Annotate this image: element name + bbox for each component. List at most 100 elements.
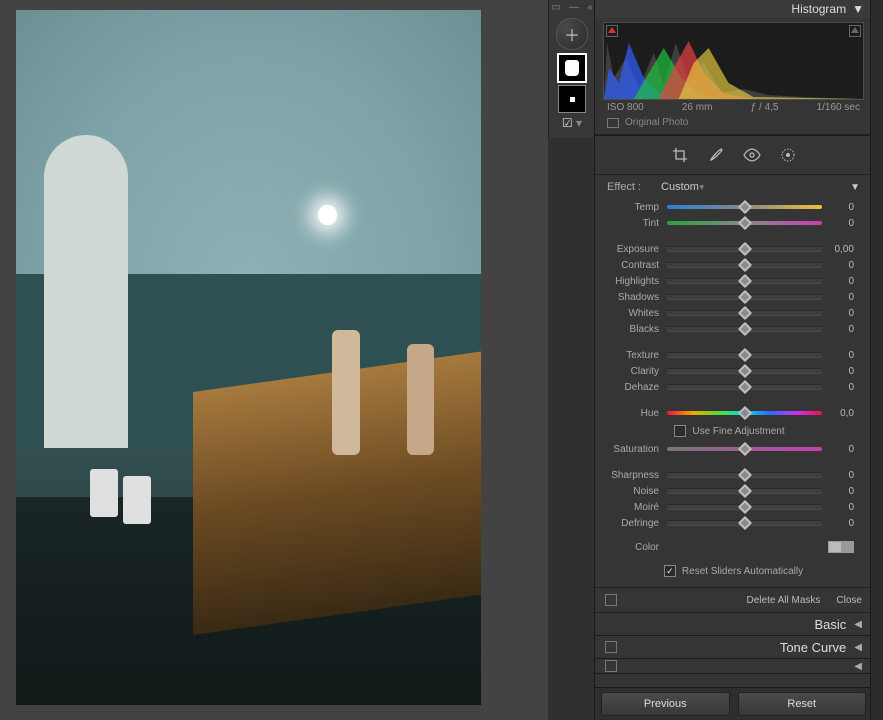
tint-slider[interactable]: Tint 0 — [595, 215, 864, 231]
exposure-slider[interactable]: Exposure 0,00 — [595, 241, 864, 257]
use-fine-adjustment-row[interactable]: Use Fine Adjustment — [595, 421, 864, 441]
use-fine-adjustment-checkbox[interactable] — [674, 425, 686, 437]
shadows-track[interactable] — [667, 294, 822, 300]
next-section-header[interactable]: ◀ — [595, 659, 872, 674]
panel-collapse-icon[interactable]: ▼ — [850, 182, 860, 193]
tone-curve-section-header[interactable]: Tone Curve ◀ — [595, 636, 872, 659]
blacks-thumb[interactable] — [737, 322, 751, 336]
moire-track[interactable] — [667, 504, 822, 510]
defringe-thumb[interactable] — [737, 516, 751, 530]
dehaze-value[interactable]: 0 — [822, 382, 854, 393]
mask-thumb-2[interactable] — [558, 85, 586, 113]
clarity-value[interactable]: 0 — [822, 366, 854, 377]
moire-value[interactable]: 0 — [822, 502, 854, 513]
dehaze-slider[interactable]: Dehaze 0 — [595, 379, 864, 395]
mask-dropdown-icon[interactable]: ▾ — [576, 116, 582, 130]
previous-button[interactable]: Previous — [601, 692, 730, 716]
temp-value[interactable]: 0 — [822, 202, 854, 213]
moire-thumb[interactable] — [737, 500, 751, 514]
add-mask-button[interactable]: ＋ — [556, 18, 588, 50]
sharpness-thumb[interactable] — [737, 468, 751, 482]
eye-icon[interactable] — [743, 146, 761, 164]
highlights-slider[interactable]: Highlights 0 — [595, 273, 864, 289]
section-switch-icon[interactable] — [605, 660, 617, 672]
histogram-header[interactable]: Histogram ▼ — [595, 0, 872, 18]
tone-switch-icon[interactable] — [605, 641, 617, 653]
shadows-slider[interactable]: Shadows 0 — [595, 289, 864, 305]
temp-thumb[interactable] — [737, 200, 751, 214]
shadows-thumb[interactable] — [737, 290, 751, 304]
radial-icon[interactable] — [779, 146, 797, 164]
noise-track[interactable] — [667, 488, 822, 494]
color-swatch[interactable] — [828, 541, 854, 553]
noise-slider[interactable]: Noise 0 — [595, 483, 864, 499]
blacks-slider[interactable]: Blacks 0 — [595, 321, 864, 337]
noise-thumb[interactable] — [737, 484, 751, 498]
blacks-value[interactable]: 0 — [822, 324, 854, 335]
delete-all-masks-link[interactable]: Delete All Masks — [747, 595, 821, 606]
reset-sliders-row[interactable]: ✓ Reset Sliders Automatically — [595, 557, 872, 587]
contrast-value[interactable]: 0 — [822, 260, 854, 271]
noise-value[interactable]: 0 — [822, 486, 854, 497]
saturation-thumb[interactable] — [737, 442, 751, 456]
texture-slider[interactable]: Texture 0 — [595, 347, 864, 363]
histogram[interactable] — [603, 22, 864, 100]
contrast-thumb[interactable] — [737, 258, 751, 272]
saturation-slider[interactable]: Saturation 0 — [595, 441, 864, 457]
texture-track[interactable] — [667, 352, 822, 358]
tint-thumb[interactable] — [737, 216, 751, 230]
saturation-track[interactable] — [667, 447, 822, 451]
clarity-slider[interactable]: Clarity 0 — [595, 363, 864, 379]
highlights-thumb[interactable] — [737, 274, 751, 288]
crop-icon[interactable] — [671, 146, 689, 164]
brush-icon[interactable] — [707, 146, 725, 164]
contrast-slider[interactable]: Contrast 0 — [595, 257, 864, 273]
tint-track[interactable] — [667, 221, 822, 225]
temp-slider[interactable]: Temp 0 — [595, 199, 864, 215]
strip-arrows-icon[interactable]: « — [587, 2, 593, 13]
highlights-track[interactable] — [667, 278, 822, 284]
reset-sliders-checkbox[interactable]: ✓ — [664, 565, 676, 577]
dehaze-track[interactable] — [667, 384, 822, 390]
strip-collapse-icon[interactable]: ▭ — [551, 2, 560, 13]
effect-select[interactable]: Custom — [661, 181, 702, 193]
tint-value[interactable]: 0 — [822, 218, 854, 229]
temp-track[interactable] — [667, 205, 822, 209]
exposure-value[interactable]: 0,00 — [822, 244, 854, 255]
highlights-value[interactable]: 0 — [822, 276, 854, 287]
texture-value[interactable]: 0 — [822, 350, 854, 361]
clarity-track[interactable] — [667, 368, 822, 374]
photo-preview[interactable] — [16, 10, 481, 705]
blacks-track[interactable] — [667, 326, 822, 332]
defringe-slider[interactable]: Defringe 0 — [595, 515, 864, 531]
contrast-track[interactable] — [667, 262, 822, 268]
sharpness-value[interactable]: 0 — [822, 470, 854, 481]
panel-scrollbar[interactable] — [870, 0, 883, 720]
defringe-track[interactable] — [667, 520, 822, 526]
moire-slider[interactable]: Moiré 0 — [595, 499, 864, 515]
saturation-value[interactable]: 0 — [822, 444, 854, 455]
shadows-value[interactable]: 0 — [822, 292, 854, 303]
close-mask-link[interactable]: Close — [836, 595, 862, 606]
sharpness-slider[interactable]: Sharpness 0 — [595, 467, 864, 483]
texture-thumb[interactable] — [737, 348, 751, 362]
whites-thumb[interactable] — [737, 306, 751, 320]
sharpness-track[interactable] — [667, 472, 822, 478]
whites-slider[interactable]: Whites 0 — [595, 305, 864, 321]
basic-section-header[interactable]: Basic ◀ — [595, 613, 872, 636]
defringe-value[interactable]: 0 — [822, 518, 854, 529]
exposure-track[interactable] — [667, 246, 822, 252]
reset-button[interactable]: Reset — [738, 692, 867, 716]
clarity-thumb[interactable] — [737, 364, 751, 378]
hue-track[interactable] — [667, 411, 822, 415]
hue-value[interactable]: 0,0 — [822, 408, 854, 419]
dehaze-thumb[interactable] — [737, 380, 751, 394]
whites-track[interactable] — [667, 310, 822, 316]
hue-slider[interactable]: Hue 0,0 — [595, 405, 864, 421]
exposure-thumb[interactable] — [737, 242, 751, 256]
mask-thumb-1[interactable] — [558, 54, 586, 82]
original-photo-row[interactable]: Original Photo — [595, 113, 872, 135]
whites-value[interactable]: 0 — [822, 308, 854, 319]
mask-visibility-checkbox[interactable]: ☑ — [562, 116, 573, 130]
hue-thumb[interactable] — [737, 406, 751, 420]
